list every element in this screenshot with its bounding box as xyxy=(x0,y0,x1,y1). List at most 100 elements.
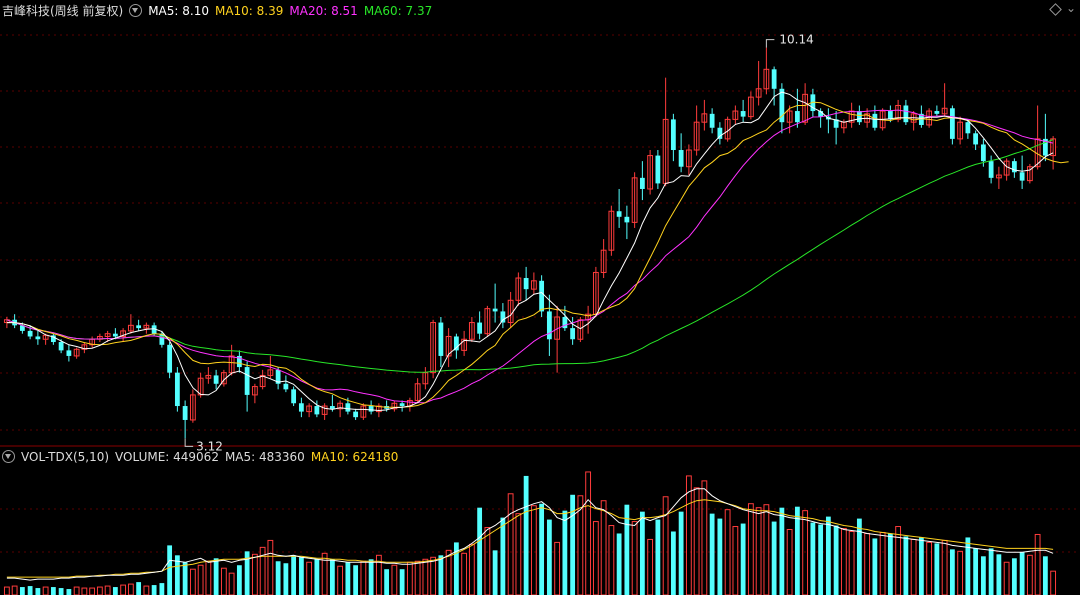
dropdown-circle-icon[interactable] xyxy=(2,450,15,463)
volume-bar xyxy=(980,556,986,595)
volume-bar xyxy=(670,531,676,595)
candle-body xyxy=(492,308,498,312)
volume-bar xyxy=(779,507,785,595)
volume-bar xyxy=(872,538,878,595)
volume-bar xyxy=(949,549,955,595)
candle-body xyxy=(655,155,661,184)
chevron-down-icon[interactable]: ⌄ xyxy=(1066,2,1076,14)
volume-bar xyxy=(794,506,800,595)
volume-bar xyxy=(988,548,994,595)
volume-bar xyxy=(934,543,940,595)
candle-body xyxy=(624,216,630,223)
volume-bar xyxy=(50,587,56,595)
volume-bar xyxy=(438,555,444,595)
candle-body xyxy=(298,403,304,412)
candle-body xyxy=(856,111,862,123)
candle xyxy=(949,105,955,145)
volume-bar xyxy=(639,511,645,595)
candle-body xyxy=(771,69,777,89)
ma20-value: MA20: 8.51 xyxy=(289,4,358,18)
volume-bar xyxy=(570,494,576,595)
volume-bar xyxy=(182,562,188,595)
volume-bar xyxy=(965,537,971,595)
candle-body xyxy=(794,111,800,123)
candle-body xyxy=(399,403,405,407)
candle-body xyxy=(973,133,979,145)
candle-body xyxy=(670,119,676,151)
candle-body xyxy=(345,403,351,412)
volume-bar xyxy=(973,548,979,595)
ma10-value: MA10: 8.39 xyxy=(214,4,284,18)
volume-bar xyxy=(27,586,33,595)
candle-body xyxy=(903,105,909,123)
candle-body xyxy=(27,330,33,337)
volume-bar xyxy=(523,475,529,595)
volume-bar xyxy=(500,517,506,595)
volume-ma10-value: MA10: 624180 xyxy=(310,450,399,464)
volume-bar xyxy=(19,587,25,595)
candle-body xyxy=(980,144,986,162)
volume-bar xyxy=(151,585,157,595)
candle-body xyxy=(965,122,971,134)
volume-bar xyxy=(825,516,831,595)
candle-body xyxy=(500,311,506,323)
candle-body xyxy=(477,322,483,334)
volume-bar xyxy=(112,587,118,595)
volume-bar xyxy=(818,524,824,595)
candle-body xyxy=(872,113,878,128)
candle xyxy=(174,367,180,412)
chart-canvas[interactable]: 10.143.12 xyxy=(0,0,1080,595)
volume-bar xyxy=(562,510,568,595)
candle-body xyxy=(1019,172,1025,181)
volume-indicator-name: VOL-TDX(5,10) xyxy=(21,450,110,464)
volume-bar xyxy=(236,565,242,595)
dropdown-circle-icon[interactable] xyxy=(129,4,143,17)
candle-body xyxy=(35,336,41,340)
candle-body xyxy=(639,177,645,189)
volume-bar xyxy=(996,554,1002,595)
candle-body xyxy=(58,342,64,351)
candle-body xyxy=(546,311,552,340)
candle-body xyxy=(112,333,118,337)
candle-body xyxy=(570,328,576,340)
candle xyxy=(655,150,661,189)
candle-body xyxy=(174,372,180,407)
volume-header: VOL-TDX(5,10) VOLUME: 449062 MA5: 483360 MA… xyxy=(2,447,404,467)
volume-bar xyxy=(539,503,545,595)
volume-bar xyxy=(856,518,862,595)
candle-body xyxy=(988,161,994,178)
volume-bar xyxy=(329,559,335,595)
volume-bar xyxy=(833,525,839,595)
volume-bar xyxy=(903,536,909,595)
volume-bar xyxy=(810,522,816,595)
volume-bar xyxy=(717,518,723,595)
ma60-value: MA60: 7.37 xyxy=(363,4,433,18)
candle-body xyxy=(244,367,250,395)
candle-body xyxy=(740,111,746,117)
candle-body xyxy=(291,389,297,404)
stock-title: 吉峰科技(周线 前复权) xyxy=(2,4,124,18)
candle-body xyxy=(934,111,940,114)
volume-bar xyxy=(709,513,715,595)
candle-body xyxy=(314,406,320,415)
candle xyxy=(291,386,297,407)
candle-body xyxy=(453,336,459,351)
volume-bar xyxy=(616,533,622,595)
volume-bar xyxy=(887,533,893,595)
volume-bar xyxy=(345,562,351,595)
candle-body xyxy=(213,375,219,384)
volume-bar xyxy=(771,521,777,595)
candle-body xyxy=(283,383,289,390)
candle-body xyxy=(523,278,529,290)
volume-bar xyxy=(291,555,297,595)
volume-bar xyxy=(368,559,374,595)
volume-bar xyxy=(66,589,72,595)
volume-bar xyxy=(492,550,498,595)
volume-bar xyxy=(678,511,684,595)
volume-bar xyxy=(918,537,924,595)
candle-body xyxy=(709,113,715,128)
candle-body xyxy=(329,406,335,409)
ma5-value: MA5: 8.10 xyxy=(148,4,209,18)
candle-body xyxy=(368,406,374,412)
volume-value: VOLUME: 449062 xyxy=(115,450,219,464)
